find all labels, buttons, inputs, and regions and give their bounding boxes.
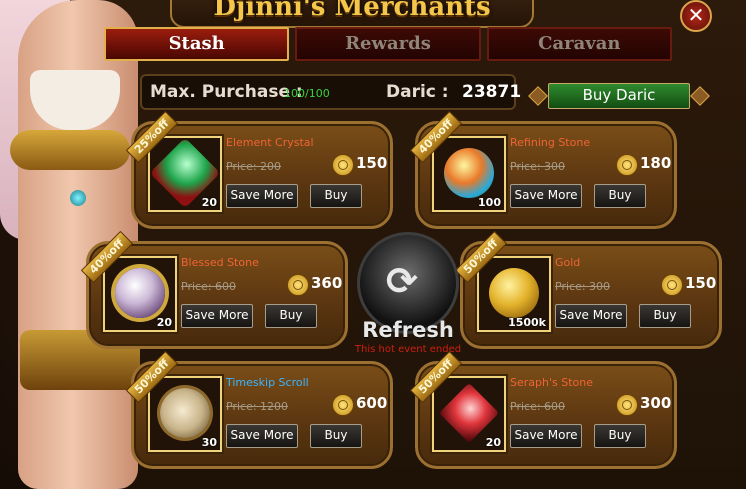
item-sale-cost: 150 bbox=[685, 274, 717, 292]
item-sale-cost: 600 bbox=[356, 394, 388, 412]
save-more-button[interactable]: Save More bbox=[555, 304, 627, 328]
daric-coin-icon bbox=[332, 154, 354, 176]
daric-label: Daric : bbox=[386, 82, 449, 102]
item-sale-cost: 150 bbox=[356, 154, 388, 172]
close-icon: ✕ bbox=[687, 3, 705, 27]
save-more-button[interactable]: Save More bbox=[181, 304, 253, 328]
save-more-button[interactable]: Save More bbox=[510, 184, 582, 208]
item-sale-cost: 360 bbox=[311, 274, 343, 292]
buy-button[interactable]: Buy bbox=[594, 424, 646, 448]
item-name: Blessed Stone bbox=[181, 256, 259, 269]
item-sale-cost: 300 bbox=[640, 394, 672, 412]
close-button[interactable]: ✕ bbox=[680, 0, 712, 32]
discount-label: 50%off bbox=[125, 350, 179, 404]
item-original-price: Price: 600 bbox=[510, 400, 566, 413]
purchase-info-bar: Max. Purchase : 100/100 Daric : 23871 bbox=[140, 74, 521, 110]
item-original-price: Price: 200 bbox=[226, 160, 282, 173]
discount-ribbon: 50%off bbox=[454, 230, 508, 286]
item-original-price: Price: 300 bbox=[510, 160, 566, 173]
daric-coin-icon bbox=[287, 274, 309, 296]
discount-ribbon: 40%off bbox=[409, 110, 463, 166]
buy-button[interactable]: Buy bbox=[265, 304, 317, 328]
item-original-price: Price: 600 bbox=[181, 280, 237, 293]
game-scene: Djinni's Merchants ✕ Stash Rewards Carav… bbox=[0, 0, 746, 489]
item-card-seraphs-stone: 20 50%off Seraph's Stone Price: 600 300 … bbox=[409, 350, 677, 469]
tab-caravan[interactable]: Caravan bbox=[486, 27, 672, 61]
discount-label: 25%off bbox=[125, 110, 179, 164]
item-original-price: Price: 300 bbox=[555, 280, 611, 293]
item-quantity: 20 bbox=[156, 316, 172, 329]
buy-button[interactable]: Buy bbox=[594, 184, 646, 208]
tab-rewards[interactable]: Rewards bbox=[295, 27, 481, 61]
character-gem-icon bbox=[70, 190, 86, 206]
item-quantity: 100 bbox=[478, 196, 501, 209]
discount-label: 50%off bbox=[454, 230, 508, 284]
discount-label: 40%off bbox=[409, 110, 463, 164]
discount-ribbon: 50%off bbox=[409, 350, 463, 406]
max-purchase-label: Max. Purchase : bbox=[150, 82, 303, 102]
item-card-gold: 1500k 50%off Gold Price: 300 150 Save Mo… bbox=[454, 230, 722, 349]
daric-coin-icon bbox=[661, 274, 683, 296]
item-name: Element Crystal bbox=[226, 136, 314, 149]
item-name: Gold bbox=[555, 256, 581, 269]
item-card-refining-stone: 100 40%off Refining Stone Price: 300 180… bbox=[409, 110, 677, 229]
item-quantity: 30 bbox=[201, 436, 217, 449]
buy-button[interactable]: Buy bbox=[310, 184, 362, 208]
daric-coin-icon bbox=[616, 154, 638, 176]
event-ended-note: This hot event ended bbox=[354, 344, 462, 355]
refresh-icon: ⟳ bbox=[386, 259, 418, 303]
save-more-button[interactable]: Save More bbox=[226, 184, 298, 208]
discount-label: 40%off bbox=[80, 230, 134, 284]
item-name: Refining Stone bbox=[510, 136, 591, 149]
save-more-button[interactable]: Save More bbox=[226, 424, 298, 448]
discount-ribbon: 40%off bbox=[80, 230, 134, 286]
item-card-element-crystal: 20 25%off Element Crystal Price: 200 150… bbox=[125, 110, 393, 229]
buy-daric-button[interactable]: Buy Daric bbox=[548, 83, 690, 109]
item-original-price: Price: 1200 bbox=[226, 400, 289, 413]
item-sale-cost: 180 bbox=[640, 154, 672, 172]
buy-button[interactable]: Buy bbox=[639, 304, 691, 328]
tab-bar: Stash Rewards Caravan bbox=[104, 27, 672, 61]
item-quantity: 20 bbox=[201, 196, 217, 209]
buy-button[interactable]: Buy bbox=[310, 424, 362, 448]
discount-ribbon: 25%off bbox=[125, 110, 179, 166]
item-card-blessed-stone: 20 40%off Blessed Stone Price: 600 360 S… bbox=[80, 230, 348, 349]
save-more-button[interactable]: Save More bbox=[510, 424, 582, 448]
tab-stash[interactable]: Stash bbox=[104, 27, 290, 61]
item-name: Timeskip Scroll bbox=[226, 376, 309, 389]
item-quantity: 20 bbox=[485, 436, 501, 449]
character-necklace bbox=[10, 130, 130, 170]
daric-coin-icon bbox=[616, 394, 638, 416]
item-card-timeskip-scroll: 30 50%off Timeskip Scroll Price: 1200 60… bbox=[125, 350, 393, 469]
daric-balance: 23871 bbox=[462, 82, 522, 102]
refresh-label: Refresh bbox=[362, 318, 454, 342]
title-banner: Djinni's Merchants bbox=[170, 0, 534, 28]
max-purchase-value: 100/100 bbox=[284, 87, 330, 100]
window-title: Djinni's Merchants bbox=[213, 0, 491, 22]
item-name: Seraph's Stone bbox=[510, 376, 593, 389]
daric-coin-icon bbox=[332, 394, 354, 416]
item-quantity: 1500k bbox=[508, 316, 546, 329]
discount-ribbon: 50%off bbox=[125, 350, 179, 406]
discount-label: 50%off bbox=[409, 350, 463, 404]
